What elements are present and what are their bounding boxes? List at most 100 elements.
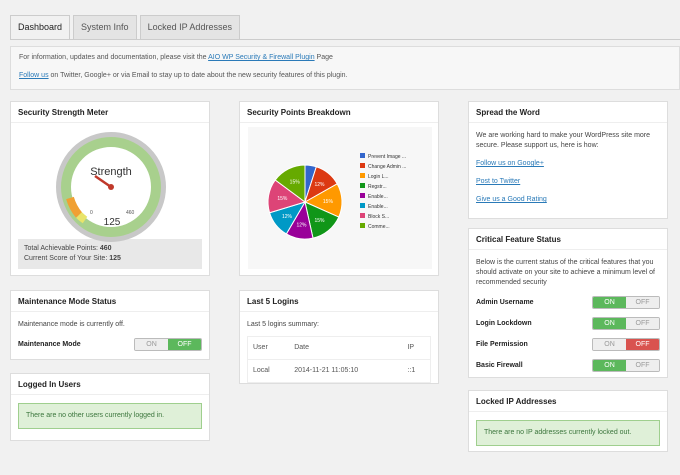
slice-label: 15%: [290, 180, 301, 186]
legend-swatch: [360, 203, 365, 208]
logins-summary: Last 5 logins summary:: [247, 321, 319, 328]
feature-row-login-lockdown: Login Lockdown ON OFF: [476, 317, 660, 330]
column-ip: IP: [402, 336, 431, 360]
points-pie-chart: 12%15%15%12%12%15%15%Prevent Image ...Ch…: [267, 153, 406, 240]
toggle-on[interactable]: ON: [593, 318, 626, 329]
table-row: Local 2014-11-21 11:05:10 ::1: [247, 359, 431, 383]
legend-label: Login L...: [368, 174, 389, 180]
security-strength-meter-box: Security Strength Meter Strength 0 460 1…: [10, 101, 210, 276]
maintenance-label: Maintenance Mode: [18, 340, 81, 348]
slice-label: 12%: [282, 214, 293, 220]
box-title: Logged In Users: [11, 374, 209, 395]
box-title: Maintenance Mode Status: [11, 291, 209, 312]
security-points-breakdown-box: Security Points Breakdown 12% 15% 15% 12% 12…: [239, 101, 439, 276]
slice-label: 12%: [314, 182, 325, 188]
strength-gauge: Strength 0 460 125: [56, 132, 166, 242]
box-title: Security Strength Meter: [11, 102, 209, 123]
critical-text: Below is the current status of the criti…: [476, 259, 655, 286]
toggle-on[interactable]: ON: [135, 339, 168, 350]
spread-the-word-box: Spread the Word We are working hard to m…: [468, 101, 668, 219]
legend-label: Block S...: [368, 214, 389, 220]
meter-stats: Total Achievable Points: 460 Current Sco…: [18, 239, 202, 269]
feature-row-basic-firewall: Basic Firewall ON OFF: [476, 359, 660, 372]
box-title: Locked IP Addresses: [469, 391, 667, 412]
login-lockdown-toggle[interactable]: ON OFF: [592, 317, 660, 330]
legend-swatch: [360, 213, 365, 218]
gauge-min: 0: [90, 210, 93, 216]
nav-tabs: Dashboard System Info Locked IP Addresse…: [10, 15, 243, 40]
follow-google-link[interactable]: Follow us on Google+: [476, 160, 544, 167]
rating-link[interactable]: Give us a Good Rating: [476, 196, 547, 203]
cell-user: Local: [247, 359, 290, 383]
spread-text: We are working hard to make your WordPre…: [476, 132, 651, 149]
toggle-on[interactable]: ON: [593, 360, 626, 371]
maintenance-text: Maintenance mode is currently off.: [18, 321, 125, 328]
logged-in-users-box: Logged In Users There are no other users…: [10, 373, 210, 441]
toggle-off[interactable]: OFF: [626, 318, 659, 329]
toggle-off[interactable]: OFF: [168, 339, 201, 350]
last-logins-box: Last 5 Logins Last 5 logins summary: Use…: [239, 290, 439, 384]
feature-row-admin-username: Admin Username ON OFF: [476, 296, 660, 309]
legend-swatch: [360, 173, 365, 178]
critical-feature-status-box: Critical Feature Status Below is the cur…: [468, 228, 668, 378]
tab-system-info[interactable]: System Info: [73, 15, 137, 39]
post-twitter-link[interactable]: Post to Twitter: [476, 178, 520, 185]
feature-label: Admin Username: [476, 298, 534, 306]
slice-label: 12%: [296, 223, 307, 229]
legend-swatch: [360, 193, 365, 198]
file-permission-toggle[interactable]: ON OFF: [592, 338, 660, 351]
legend-swatch: [360, 223, 365, 228]
tab-divider: [10, 39, 680, 40]
slice-label: 15%: [323, 199, 334, 205]
box-title: Security Points Breakdown: [240, 102, 438, 123]
legend-swatch: [360, 163, 365, 168]
notice-line-2: Follow us on Twitter, Google+ or via Ema…: [19, 71, 671, 81]
notice-line-1: For information, updates and documentati…: [19, 53, 671, 63]
pie-chart-area: 12% 15% 15% 12% 12% 15% 15% Prevent Image ... Ch…: [248, 127, 432, 269]
slice-label: 15%: [314, 218, 325, 224]
locked-ip-addresses-box: Locked IP Addresses There are no IP addr…: [468, 390, 668, 452]
locked-ip-message: There are no IP addresses currently lock…: [476, 420, 660, 446]
toggle-off[interactable]: OFF: [626, 297, 659, 308]
legend-swatch: [360, 153, 365, 158]
column-user: User: [247, 336, 290, 360]
toggle-on[interactable]: ON: [593, 339, 626, 350]
admin-username-toggle[interactable]: ON OFF: [592, 296, 660, 309]
follow-us-link[interactable]: Follow us: [19, 72, 49, 79]
total-points-value: 460: [99, 245, 112, 252]
legend-label: Enable...: [368, 194, 388, 200]
gauge-max: 460: [126, 210, 135, 216]
legend-label: Comme...: [368, 224, 390, 230]
follow-us-text: on Twitter, Google+ or via Email to stay…: [50, 72, 348, 79]
current-score-value: 125: [109, 255, 121, 262]
logins-table: User Date IP Local 2014-11-21 11:05:10 :…: [247, 336, 431, 383]
plugin-page-link[interactable]: AIO WP Security & Firewall Plugin: [208, 54, 314, 61]
slice-label: 15%: [277, 196, 288, 202]
maintenance-toggle[interactable]: ON OFF: [134, 338, 202, 351]
info-notice: For information, updates and documentati…: [10, 46, 680, 90]
gauge-score: 125: [104, 217, 121, 228]
column-date: Date: [289, 336, 403, 360]
notice-text-suffix: Page: [316, 54, 333, 61]
legend-label: Enable...: [368, 204, 388, 210]
tab-locked-ip-addresses[interactable]: Locked IP Addresses: [139, 15, 240, 39]
maintenance-row: Maintenance Mode ON OFF: [18, 338, 202, 351]
feature-label: File Permission: [476, 340, 528, 348]
box-title: Critical Feature Status: [469, 229, 667, 250]
tab-dashboard[interactable]: Dashboard: [10, 15, 71, 40]
basic-firewall-toggle[interactable]: ON OFF: [592, 359, 660, 372]
feature-label: Login Lockdown: [476, 319, 532, 327]
toggle-off[interactable]: OFF: [626, 339, 659, 350]
logged-users-message: There are no other users currently logge…: [18, 403, 202, 429]
box-title: Last 5 Logins: [240, 291, 438, 312]
maintenance-mode-box: Maintenance Mode Status Maintenance mode…: [10, 290, 210, 360]
legend-label: Change Admin ...: [368, 164, 406, 170]
cell-ip: ::1: [402, 359, 431, 383]
box-title: Spread the Word: [469, 102, 667, 123]
cell-date: 2014-11-21 11:05:10: [289, 359, 403, 383]
legend-swatch: [360, 183, 365, 188]
toggle-on[interactable]: ON: [593, 297, 626, 308]
feature-label: Basic Firewall: [476, 361, 523, 369]
toggle-off[interactable]: OFF: [626, 360, 659, 371]
notice-text: For information, updates and documentati…: [19, 54, 207, 61]
